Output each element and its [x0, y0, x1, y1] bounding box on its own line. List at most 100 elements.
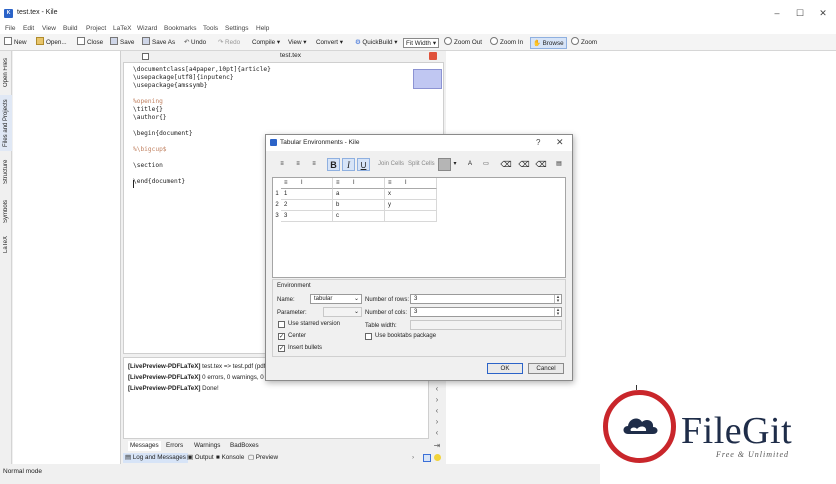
join-cells-button[interactable]: Join Cells	[378, 158, 404, 171]
menu-view[interactable]: View	[42, 24, 56, 34]
tab-symbols[interactable]: Symbols	[0, 195, 12, 227]
table-cell[interactable]: 2	[281, 200, 333, 211]
compile-menu[interactable]: Compile ▾	[252, 37, 280, 49]
table-cell[interactable]: a	[333, 189, 385, 200]
cancel-button[interactable]: Cancel	[528, 363, 564, 374]
background-color-button[interactable]	[438, 158, 451, 171]
name-select[interactable]: tabular ⌄	[310, 294, 362, 304]
spin-arrows-icon[interactable]: ▴ ▾	[554, 308, 561, 317]
view-menu[interactable]: View ▾	[288, 37, 306, 49]
align-left-icon[interactable]: ≡	[276, 158, 288, 171]
tab-log-and-messages[interactable]: ▤ Log and Messages	[123, 453, 188, 463]
zoom-tool-button[interactable]: Zoom	[571, 37, 597, 49]
tab-errors[interactable]: Errors	[166, 441, 183, 451]
column-header[interactable]: ≡ l	[281, 178, 333, 189]
browse-button[interactable]: ✋ Browse	[530, 37, 567, 49]
sync-icon[interactable]	[423, 454, 431, 462]
chevron-right-icon[interactable]: ›	[430, 417, 444, 427]
menu-project[interactable]: Project	[86, 24, 106, 34]
tab-konsole[interactable]: ■ Konsole	[216, 453, 244, 463]
parameter-select[interactable]: ⌄	[323, 307, 362, 317]
dialog-close-button[interactable]: ✕	[556, 137, 564, 148]
zoom-in-button[interactable]: Zoom In	[490, 37, 523, 49]
new-button[interactable]: New	[4, 37, 27, 49]
center-checkbox[interactable]: ✓	[278, 333, 285, 340]
spin-arrows-icon[interactable]: ▴ ▾	[554, 295, 561, 304]
align-center-icon[interactable]: ≡	[292, 158, 304, 171]
tab-files-and-projects[interactable]: Files and Projects	[0, 95, 12, 151]
tab-latex[interactable]: LaTeX	[0, 231, 12, 257]
chevron-left-icon[interactable]: ‹	[430, 406, 444, 416]
bullets-checkbox[interactable]: ✓	[278, 345, 285, 352]
chevron-left-icon[interactable]: ‹	[430, 428, 444, 438]
border-icon[interactable]: ▭	[480, 158, 492, 171]
bold-button[interactable]: B	[327, 158, 340, 171]
tab-warnings[interactable]: Warnings	[194, 441, 220, 451]
menu-latex[interactable]: LaTeX	[113, 24, 131, 34]
cols-spinbox[interactable]: 3 ▴ ▾	[410, 307, 562, 317]
chevron-left-icon[interactable]: ‹	[430, 384, 444, 394]
menu-bookmarks[interactable]: Bookmarks	[164, 24, 197, 34]
rows-spinbox[interactable]: 3 ▴ ▾	[410, 294, 562, 304]
row-header[interactable]: 3	[273, 211, 281, 222]
tab-output[interactable]: ▣ Output	[187, 453, 214, 463]
ok-button[interactable]: OK	[487, 363, 523, 374]
undo-button[interactable]: ↶ Undo	[184, 37, 206, 49]
help-button[interactable]: ?	[536, 138, 540, 147]
italic-button[interactable]: I	[342, 158, 355, 171]
save-as-button[interactable]: Save As	[142, 37, 175, 49]
table-cell[interactable]: c	[333, 211, 385, 222]
table-cell[interactable]: x	[385, 189, 437, 200]
maximize-button[interactable]: ☐	[790, 6, 810, 20]
editor-tab[interactable]: test.tex	[280, 52, 301, 59]
menu-wizard[interactable]: Wizard	[137, 24, 157, 34]
minimize-button[interactable]: –	[767, 6, 787, 20]
column-header[interactable]: ≡ l	[333, 178, 385, 189]
clear-icon[interactable]: ⌫	[499, 158, 513, 171]
menu-edit[interactable]: Edit	[23, 24, 34, 34]
row-header[interactable]: 2	[273, 200, 281, 211]
tab-open-files[interactable]: Open Files	[0, 53, 12, 91]
column-header[interactable]: ≡ l	[385, 178, 437, 189]
tab-messages[interactable]: Messages	[128, 441, 161, 451]
align-right-icon[interactable]: ≡	[308, 158, 320, 171]
close-tab-icon[interactable]	[429, 52, 437, 60]
redo-button[interactable]: ↷ Redo	[218, 37, 240, 49]
chevron-right-icon[interactable]: ›	[412, 453, 414, 463]
table-cell[interactable]	[385, 211, 437, 222]
table-cell[interactable]: b	[333, 200, 385, 211]
save-button[interactable]: Save	[110, 37, 134, 49]
table-cell[interactable]: 3	[281, 211, 333, 222]
starred-checkbox[interactable]	[278, 321, 285, 328]
tab-structure[interactable]: Structure	[0, 153, 12, 191]
clear-attributes-icon[interactable]: ⌫	[534, 158, 548, 171]
chevron-right-icon[interactable]: ›	[430, 395, 444, 405]
menu-build[interactable]: Build	[63, 24, 77, 34]
text-color-icon[interactable]: A	[464, 158, 476, 171]
zoom-out-button[interactable]: Zoom Out	[444, 37, 482, 49]
table-width-field[interactable]	[410, 320, 562, 330]
zoom-mode-select[interactable]: Fit Width ▾	[403, 38, 439, 48]
table-cell[interactable]: 1	[281, 189, 333, 200]
menu-settings[interactable]: Settings	[225, 24, 249, 34]
editor-minimap[interactable]	[413, 69, 442, 89]
menu-file[interactable]: File	[5, 24, 15, 34]
open-button[interactable]: Open...	[36, 37, 67, 49]
tab-preview[interactable]: ▢ Preview	[248, 453, 278, 463]
window-close-button[interactable]: ✕	[813, 6, 833, 20]
quickbuild-button[interactable]: ⚙ QuickBuild ▾	[355, 37, 397, 49]
split-cells-button[interactable]: Split Cells	[408, 158, 435, 171]
tab-badboxes[interactable]: BadBoxes	[230, 441, 259, 451]
dropdown-arrow-icon[interactable]: ▾	[452, 158, 458, 171]
menu-tools[interactable]: Tools	[203, 24, 218, 34]
row-header[interactable]: 1	[273, 189, 281, 200]
table-grid[interactable]: ≡ l ≡ l ≡ l 1 1 a x 2 2 b y 3 3 c	[272, 177, 566, 278]
paste-icon[interactable]: ▤	[554, 158, 564, 171]
menu-help[interactable]: Help	[256, 24, 269, 34]
clear-text-icon[interactable]: ⌫	[517, 158, 531, 171]
booktabs-checkbox[interactable]	[365, 333, 372, 340]
convert-menu[interactable]: Convert ▾	[316, 37, 343, 49]
close-file-button[interactable]: Close	[77, 37, 103, 49]
table-cell[interactable]: y	[385, 200, 437, 211]
underline-button[interactable]: U	[357, 158, 370, 171]
